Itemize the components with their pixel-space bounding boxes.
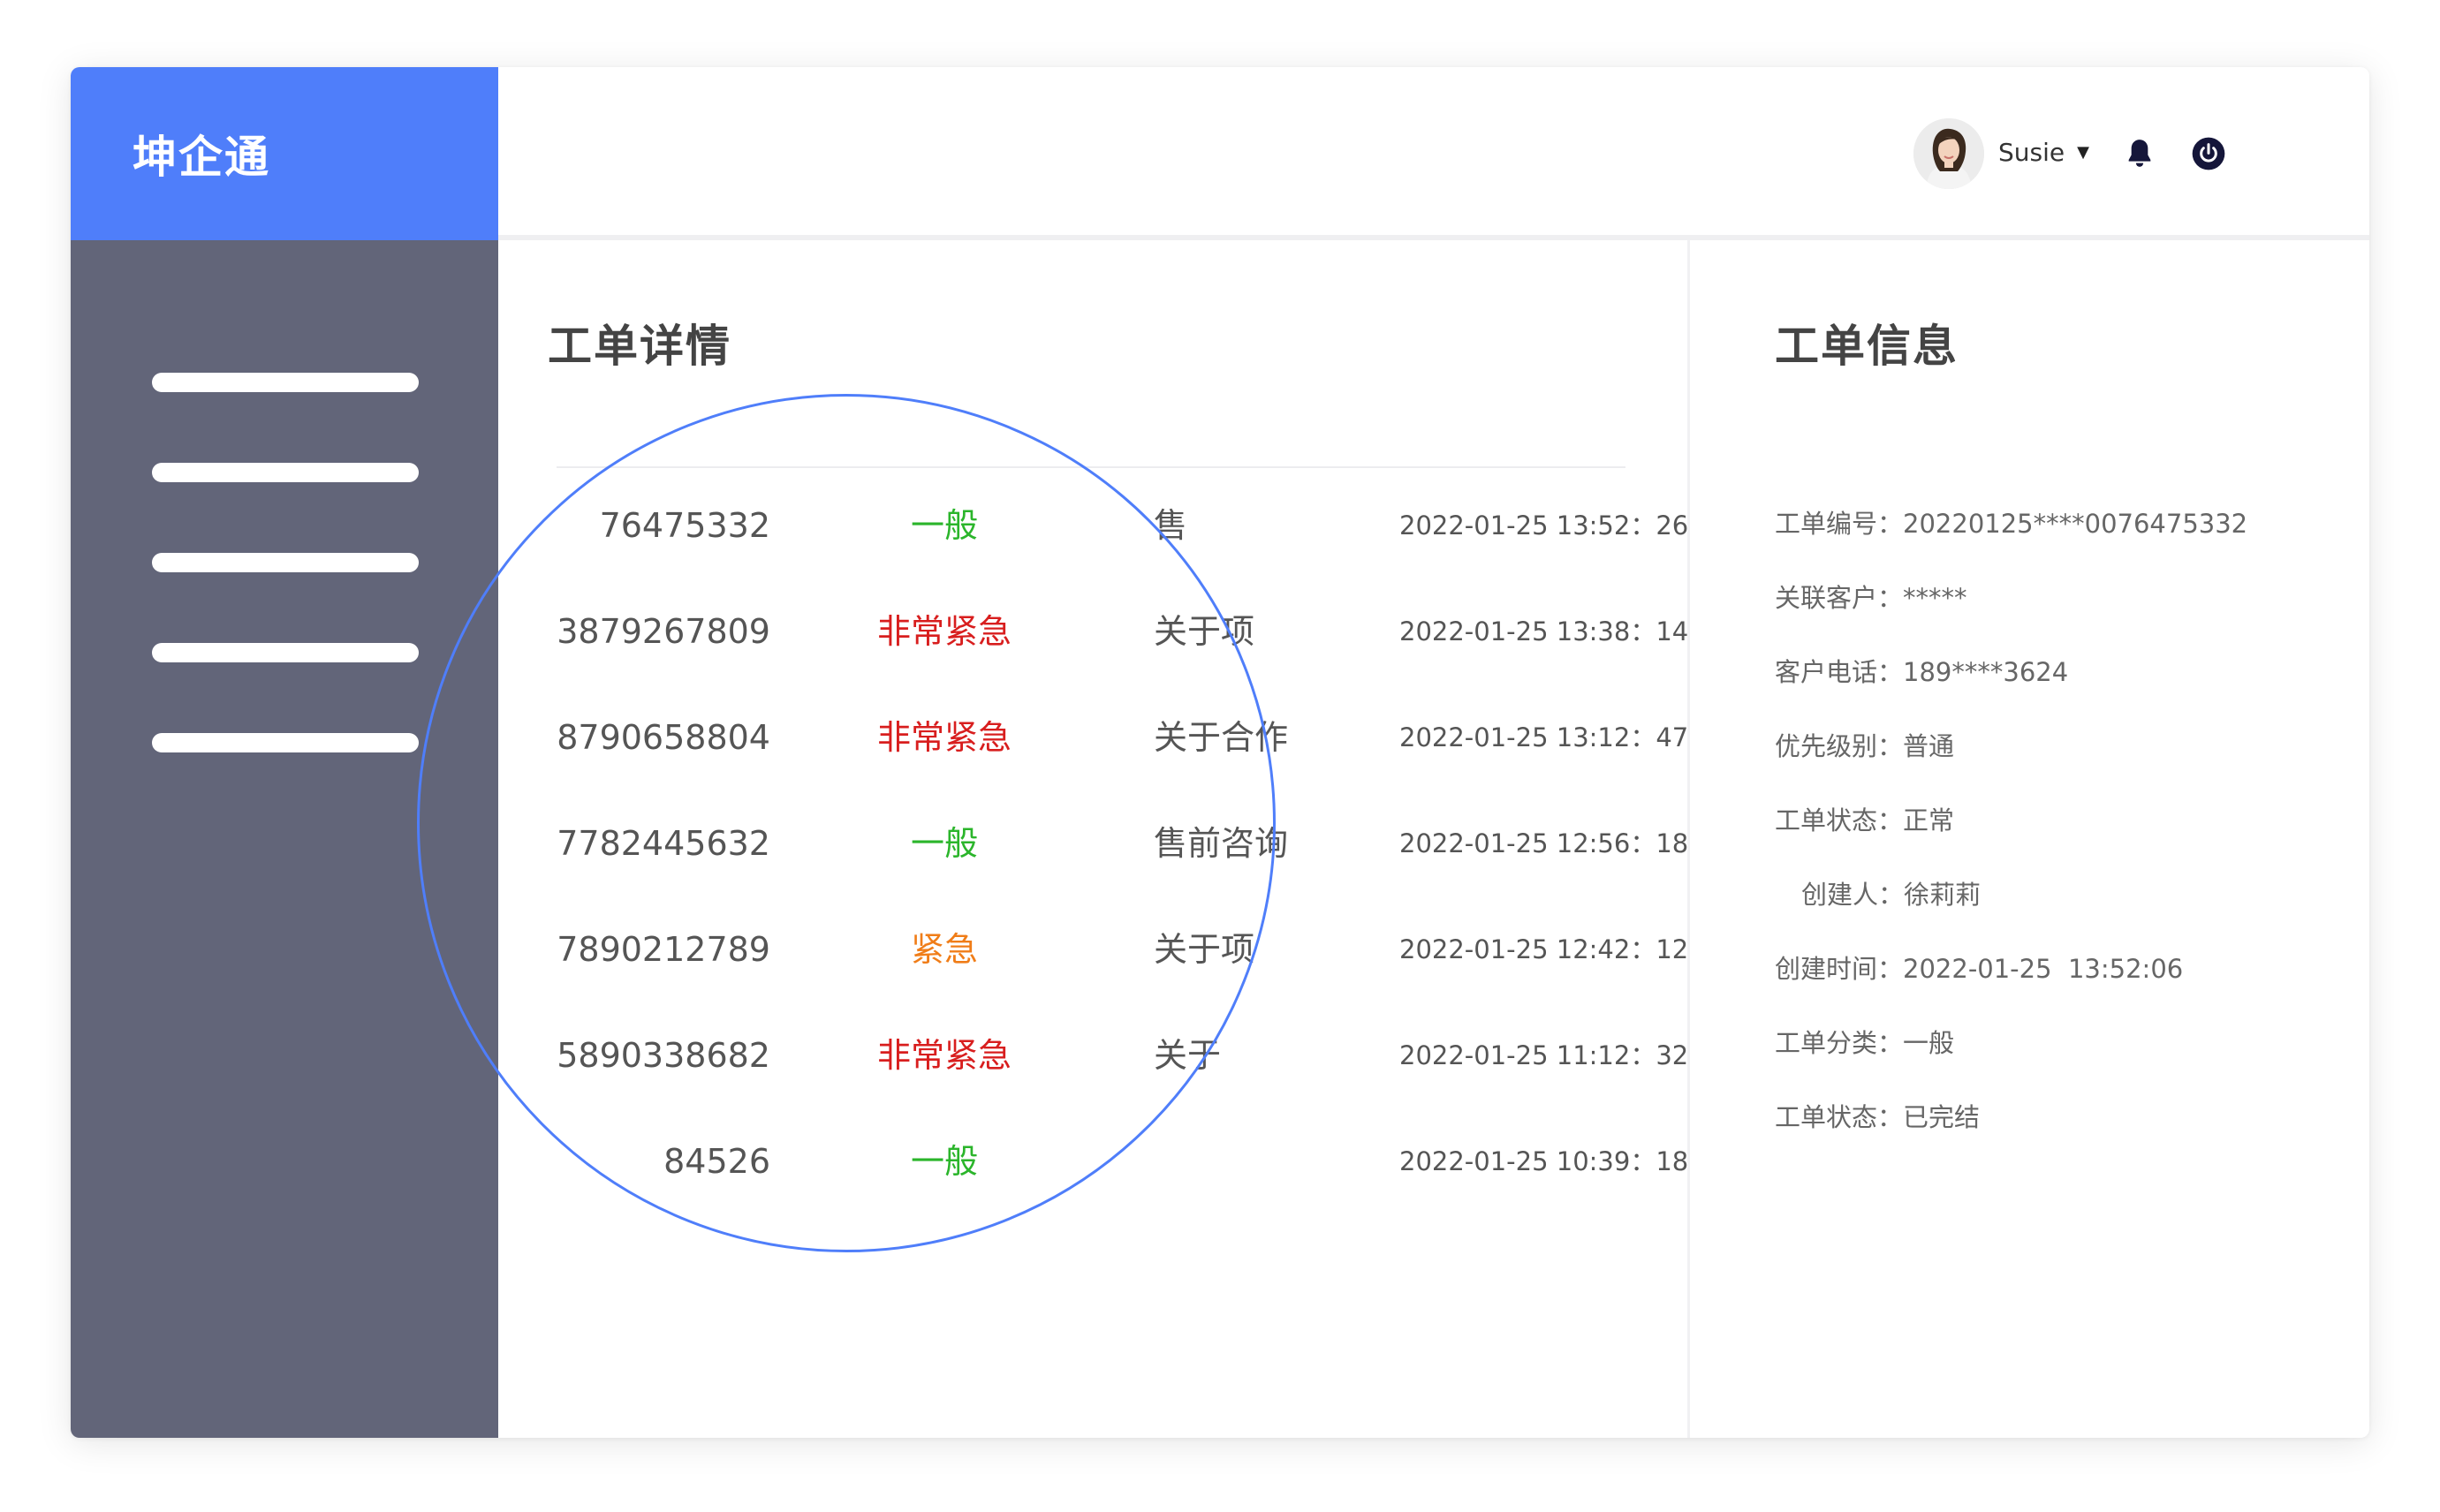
ticket-time: 2022-01-25 10:39：18 xyxy=(1399,1146,1689,1176)
ticket-id: 8790658804 xyxy=(557,718,770,757)
ticket-subject: 关于 xyxy=(1154,1036,1222,1075)
field-label: 工单编号： xyxy=(1775,509,1904,539)
sidebar-item[interactable] xyxy=(152,643,419,662)
field-label: 创建人： xyxy=(1801,880,1905,910)
ticket-subject: 关于项 xyxy=(1154,612,1255,651)
info-field-category: 工单分类：一般 xyxy=(1775,1023,1954,1060)
ticket-id: 7890212789 xyxy=(557,930,770,969)
ticket-info-panel: 工单信息 工单编号：20220125****0076475332 关联客户：**… xyxy=(1690,240,2369,1438)
priority-label: 紧急 xyxy=(910,930,978,969)
field-value: 一般 xyxy=(1903,1028,1955,1058)
field-value: 20220125****0076475332 xyxy=(1903,509,2248,539)
info-field-status: 工单状态：已完结 xyxy=(1775,1097,1980,1134)
priority-label: 非常紧急 xyxy=(876,612,1012,651)
table-row[interactable]: 76475332 一般 售 2022-01-25 13:52：26 xyxy=(498,490,1689,561)
page-title: 工单详情 xyxy=(548,321,731,372)
priority-label: 非常紧急 xyxy=(876,1036,1012,1075)
field-label: 优先级别： xyxy=(1775,731,1904,761)
ticket-id: 84526 xyxy=(663,1142,770,1181)
ticket-subject: 关于项 xyxy=(1154,930,1255,969)
info-field-priority: 优先级别：普通 xyxy=(1775,726,1954,763)
ticket-time: 2022-01-25 13:38：14 xyxy=(1399,616,1689,646)
priority-label: 非常紧急 xyxy=(876,718,1012,757)
sidebar-item[interactable] xyxy=(152,463,419,482)
ticket-detail-panel: 工单详情 76475332 一般 售 2022-01-25 13:52：26 3… xyxy=(498,240,1689,1438)
field-value: 正常 xyxy=(1903,805,1955,835)
priority-label: 一般 xyxy=(910,1142,978,1181)
power-icon[interactable] xyxy=(2191,136,2226,171)
app-window: 坤企通 Susie ▼ 工单详情 76475332 一般 售 2022-01-2… xyxy=(71,67,2369,1438)
info-field-ticket-number: 工单编号：20220125****0076475332 xyxy=(1775,503,2247,541)
table-row[interactable]: 5890338682 非常紧急 关于 2022-01-25 11:12：32 xyxy=(498,1020,1689,1091)
priority-label: 一般 xyxy=(910,506,978,545)
field-label: 工单状态： xyxy=(1775,805,1904,835)
info-field-creator: 创建人：徐莉莉 xyxy=(1801,874,1981,911)
ticket-subject: 售 xyxy=(1154,506,1188,545)
field-value: ***** xyxy=(1903,583,1967,613)
info-field-status: 工单状态：正常 xyxy=(1775,800,1954,837)
priority-label: 一般 xyxy=(910,824,978,863)
avatar-image xyxy=(1913,118,1984,189)
field-value: 189****3624 xyxy=(1903,657,2069,687)
table-row[interactable]: 3879267809 非常紧急 关于项 2022-01-25 13:38：14 xyxy=(498,596,1689,667)
chevron-down-icon: ▼ xyxy=(2077,143,2089,162)
field-value: 已完结 xyxy=(1903,1102,1981,1132)
field-value: 徐莉莉 xyxy=(1904,880,1982,910)
field-value: 普通 xyxy=(1903,731,1955,761)
ticket-time: 2022-01-25 12:42：12 xyxy=(1399,934,1689,964)
field-label: 关联客户： xyxy=(1775,583,1904,613)
ticket-id: 3879267809 xyxy=(557,612,770,651)
ticket-subject: 售前咨询 xyxy=(1154,824,1289,863)
sidebar-item[interactable] xyxy=(152,373,419,392)
field-label: 工单分类： xyxy=(1775,1028,1904,1058)
field-value: 2022-01-25 13:52:06 xyxy=(1903,954,2184,984)
table-row[interactable]: 84526 一般 2022-01-25 10:39：18 xyxy=(498,1126,1689,1197)
ticket-time: 2022-01-25 11:12：32 xyxy=(1399,1040,1689,1070)
ticket-time: 2022-01-25 13:12：47 xyxy=(1399,722,1689,752)
sidebar-item[interactable] xyxy=(152,733,419,752)
ticket-time: 2022-01-25 13:52：26 xyxy=(1399,510,1689,541)
field-label: 客户电话： xyxy=(1775,657,1904,687)
user-name: Susie xyxy=(1998,138,2065,167)
ticket-subject: 关于合作 xyxy=(1154,718,1289,757)
field-label: 创建时间： xyxy=(1775,954,1904,984)
info-field-phone: 客户电话：189****3624 xyxy=(1775,652,2068,689)
info-field-created-time: 创建时间：2022-01-25 13:52:06 xyxy=(1775,949,2183,986)
bell-icon[interactable] xyxy=(2122,136,2157,171)
avatar[interactable] xyxy=(1913,118,1984,189)
table-row[interactable]: 8790658804 非常紧急 关于合作 2022-01-25 13:12：47 xyxy=(498,702,1689,773)
logo[interactable]: 坤企通 xyxy=(71,67,498,240)
ticket-time: 2022-01-25 12:56：18 xyxy=(1399,828,1689,858)
divider xyxy=(557,466,1625,468)
table-row[interactable]: 7782445632 一般 售前咨询 2022-01-25 12:56：18 xyxy=(498,808,1689,879)
sidebar xyxy=(71,240,498,1438)
ticket-id: 7782445632 xyxy=(557,824,770,863)
field-label: 工单状态： xyxy=(1775,1102,1904,1132)
logo-text: 坤企通 xyxy=(133,132,270,183)
sidebar-item[interactable] xyxy=(152,553,419,572)
ticket-id: 5890338682 xyxy=(557,1036,770,1075)
table-row[interactable]: 7890212789 紧急 关于项 2022-01-25 12:42：12 xyxy=(498,914,1689,985)
user-menu[interactable]: Susie ▼ xyxy=(1998,138,2089,167)
ticket-id: 76475332 xyxy=(599,506,770,545)
info-title: 工单信息 xyxy=(1775,321,1959,372)
info-field-customer: 关联客户：***** xyxy=(1775,578,1967,615)
